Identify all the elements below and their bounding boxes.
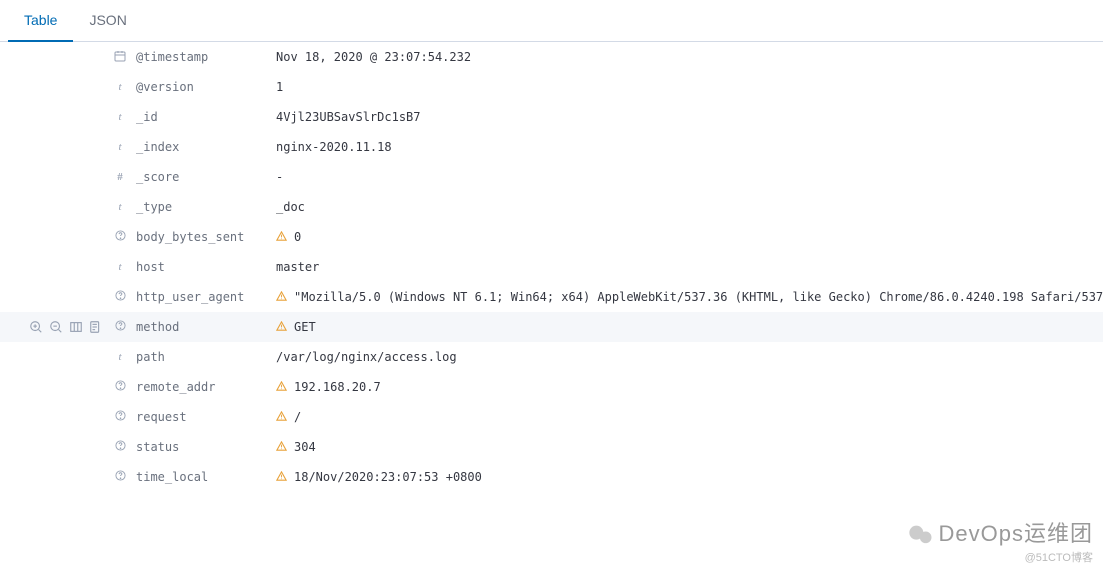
field-value: 4Vjl23UBSavSlrDc1sB7 bbox=[276, 110, 1103, 124]
text-type-icon: t bbox=[112, 141, 128, 153]
tab-table[interactable]: Table bbox=[8, 0, 73, 42]
field-value: 192.168.20.7 bbox=[276, 380, 1103, 394]
field-list: @timestamp Nov 18, 2020 @ 23:07:54.232 t… bbox=[0, 42, 1103, 492]
field-name: _type bbox=[136, 200, 276, 214]
field-value: GET bbox=[276, 320, 1103, 334]
field-name: remote_addr bbox=[136, 380, 276, 394]
calendar-icon bbox=[112, 50, 128, 65]
field-value: / bbox=[276, 410, 1103, 424]
text-type-icon: t bbox=[112, 201, 128, 213]
field-row: status 304 bbox=[0, 432, 1103, 462]
warning-icon bbox=[276, 410, 288, 422]
field-value: "Mozilla/5.0 (Windows NT 6.1; Win64; x64… bbox=[276, 290, 1103, 304]
doc-viewer-tabs: Table JSON bbox=[0, 0, 1103, 42]
warning-icon bbox=[276, 440, 288, 452]
exists-filter-icon[interactable] bbox=[88, 319, 104, 335]
field-row: t _id 4Vjl23UBSavSlrDc1sB7 bbox=[0, 102, 1103, 132]
field-row: @timestamp Nov 18, 2020 @ 23:07:54.232 bbox=[0, 42, 1103, 72]
field-name: http_user_agent bbox=[136, 290, 276, 304]
number-type-icon: # bbox=[112, 171, 128, 183]
row-actions bbox=[0, 319, 112, 335]
wechat-icon bbox=[907, 521, 935, 549]
field-name: path bbox=[136, 350, 276, 364]
field-name: status bbox=[136, 440, 276, 454]
field-value: 0 bbox=[276, 230, 1103, 244]
watermark-brand: DevOps运维团 bbox=[939, 521, 1093, 546]
field-value: - bbox=[276, 170, 1103, 184]
field-value: nginx-2020.11.18 bbox=[276, 140, 1103, 154]
field-name: body_bytes_sent bbox=[136, 230, 276, 244]
field-name: host bbox=[136, 260, 276, 274]
field-name: _index bbox=[136, 140, 276, 154]
field-name: method bbox=[136, 320, 276, 334]
field-value: _doc bbox=[276, 200, 1103, 214]
unknown-type-icon bbox=[112, 230, 128, 244]
warning-icon bbox=[276, 230, 288, 242]
tab-json[interactable]: JSON bbox=[73, 0, 142, 41]
field-value: 1 bbox=[276, 80, 1103, 94]
field-row: t _type _doc bbox=[0, 192, 1103, 222]
field-row: method GET bbox=[0, 312, 1103, 342]
warning-icon bbox=[276, 470, 288, 482]
field-row: t @version 1 bbox=[0, 72, 1103, 102]
unknown-type-icon bbox=[112, 380, 128, 394]
field-name: @timestamp bbox=[136, 50, 276, 64]
unknown-type-icon bbox=[112, 470, 128, 484]
field-row: # _score - bbox=[0, 162, 1103, 192]
field-value: /var/log/nginx/access.log bbox=[276, 350, 1103, 364]
unknown-type-icon bbox=[112, 290, 128, 304]
watermark-sub: @51CTO博客 bbox=[907, 549, 1093, 565]
field-value: 18/Nov/2020:23:07:53 +0800 bbox=[276, 470, 1103, 484]
warning-icon bbox=[276, 320, 288, 332]
field-row: remote_addr 192.168.20.7 bbox=[0, 372, 1103, 402]
toggle-column-icon[interactable] bbox=[68, 319, 84, 335]
text-type-icon: t bbox=[112, 111, 128, 123]
field-name: @version bbox=[136, 80, 276, 94]
field-name: _score bbox=[136, 170, 276, 184]
field-name: time_local bbox=[136, 470, 276, 484]
warning-icon bbox=[276, 380, 288, 392]
field-row: http_user_agent "Mozilla/5.0 (Windows NT… bbox=[0, 282, 1103, 312]
field-row: request / bbox=[0, 402, 1103, 432]
field-name: _id bbox=[136, 110, 276, 124]
field-row: t _index nginx-2020.11.18 bbox=[0, 132, 1103, 162]
warning-icon bbox=[276, 290, 288, 302]
text-type-icon: t bbox=[112, 81, 128, 93]
text-type-icon: t bbox=[112, 261, 128, 273]
field-row: t path /var/log/nginx/access.log bbox=[0, 342, 1103, 372]
field-row: body_bytes_sent 0 bbox=[0, 222, 1103, 252]
unknown-type-icon bbox=[112, 440, 128, 454]
field-value: 304 bbox=[276, 440, 1103, 454]
filter-remove-icon[interactable] bbox=[48, 319, 64, 335]
field-value: master bbox=[276, 260, 1103, 274]
unknown-type-icon bbox=[112, 320, 128, 334]
unknown-type-icon bbox=[112, 410, 128, 424]
filter-add-icon[interactable] bbox=[28, 319, 44, 335]
field-row: t host master bbox=[0, 252, 1103, 282]
watermark: DevOps运维团 @51CTO博客 bbox=[907, 516, 1093, 565]
field-name: request bbox=[136, 410, 276, 424]
field-value: Nov 18, 2020 @ 23:07:54.232 bbox=[276, 50, 1103, 64]
text-type-icon: t bbox=[112, 351, 128, 363]
field-row: time_local 18/Nov/2020:23:07:53 +0800 bbox=[0, 462, 1103, 492]
